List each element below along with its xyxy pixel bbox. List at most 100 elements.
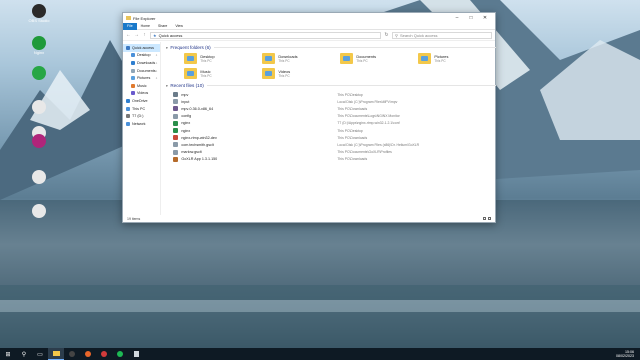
recent-file-name: nginx <box>181 121 191 126</box>
desktop-shortcut[interactable]: OBS Studio <box>24 4 54 23</box>
nav-item[interactable]: Documents ⌖ <box>123 67 160 75</box>
nav-item[interactable]: Quick access <box>123 44 161 52</box>
desktop-shortcut[interactable]: Nginx <box>24 36 54 55</box>
recent-file-path: T7 (D:)\Apps\nginx-rtmp-win32-1.2.1\conf <box>337 121 400 126</box>
task-view-icon[interactable]: ▭ <box>32 348 48 360</box>
nav-item[interactable]: OneDrive <box>123 97 160 105</box>
folder-icon <box>418 53 432 64</box>
search-input[interactable]: ⚲ Search Quick access <box>392 31 492 39</box>
address-bar[interactable]: ★ Quick access <box>150 31 381 39</box>
app-taskbar-icon[interactable] <box>96 348 112 360</box>
recent-file-row[interactable]: nginx T7 (D:)\Apps\nginx-rtmp-win32-1.2.1… <box>173 120 496 127</box>
folder-location: This PC <box>278 59 290 63</box>
recent-file-row[interactable]: com.techsmith.gsclt Local Disk (C:)\Progr… <box>173 141 496 148</box>
folder-text: Pictures This PC <box>434 54 448 63</box>
desktop-shortcut[interactable] <box>24 204 54 218</box>
folder-text: Downloads This PC <box>278 54 297 63</box>
notepad-icon[interactable] <box>128 348 144 360</box>
search-icon[interactable]: ⚲ <box>16 348 32 360</box>
folder-icon <box>262 68 276 79</box>
tab-view[interactable]: View <box>171 23 187 30</box>
recent-files: mpv This PC\Desktop input Local Disk (C:)\P… <box>165 91 496 163</box>
folder-tile[interactable]: Desktop This PC <box>184 53 262 64</box>
desktop-shortcut-label: Nginx <box>33 50 45 55</box>
recent-file-path: This PC\Downloads <box>337 157 368 162</box>
details-view-icon[interactable] <box>483 217 486 220</box>
desktop-shortcut[interactable] <box>24 170 54 184</box>
recent-file-name: marlow.gsclt <box>181 150 202 155</box>
forward-icon[interactable]: → <box>134 32 139 38</box>
file-explorer-window[interactable]: File Explorer – □ ✕ File Home Share View… <box>122 12 496 223</box>
nav-item-label: T7 (D:) <box>132 114 144 119</box>
address-bar-row: ← → ↑ ★ Quick access ↻ ⚲ Search Quick ac… <box>123 30 495 41</box>
nav-item[interactable]: Downloads ⌖ <box>123 59 160 67</box>
frequent-folders-header[interactable]: ▼ Frequent folders (6) <box>165 45 496 50</box>
windows-start-icon[interactable]: ⊞ <box>0 348 16 360</box>
nav-item[interactable]: This PC <box>123 105 160 113</box>
nav-item-icon <box>131 68 135 73</box>
nav-item-label: Documents <box>137 68 156 73</box>
nav-item[interactable]: Pictures ⌖ <box>123 74 160 82</box>
file-explorer-taskbar-icon[interactable] <box>48 348 64 360</box>
nav-item-icon <box>131 91 135 96</box>
search-placeholder: Search Quick access <box>399 32 438 38</box>
recent-file-row[interactable]: config This PC\Documents\Logs\NGINX Monit… <box>173 113 496 120</box>
spotify-icon[interactable] <box>112 348 128 360</box>
obs-taskbar-icon[interactable] <box>64 348 80 360</box>
nav-item[interactable]: Network <box>123 120 160 128</box>
recent-file-name: com.techsmith.gsclt <box>181 142 214 147</box>
folder-tile[interactable]: Pictures This PC <box>418 53 496 64</box>
recent-file-row[interactable]: marlow.gsclt This PC\Documents\GoXLR\Prof… <box>173 149 496 156</box>
refresh-icon[interactable]: ↻ <box>384 32 389 38</box>
nav-item[interactable]: T7 (D:) <box>123 112 160 120</box>
file-icon <box>173 156 179 162</box>
app-icon <box>32 66 46 80</box>
maximize-button[interactable]: □ <box>464 15 478 21</box>
folder-tile[interactable]: Videos This PC <box>262 68 340 79</box>
nav-item-icon <box>126 121 130 126</box>
desktop-shortcut[interactable] <box>24 66 54 80</box>
firefox-icon[interactable] <box>80 348 96 360</box>
tab-home[interactable]: Home <box>137 23 154 30</box>
tab-share[interactable]: Share <box>154 23 171 30</box>
minimize-button[interactable]: – <box>450 15 464 21</box>
folder-tile[interactable]: Downloads This PC <box>262 53 340 64</box>
recent-file-row[interactable]: input Local Disk (C:)\Program Files\MPV\m… <box>173 98 496 105</box>
folder-text: Music This PC <box>200 69 211 78</box>
recent-file-row[interactable]: mpv-0.36.0-x86_64 This PC\Downloads <box>173 105 496 112</box>
up-icon[interactable]: ↑ <box>142 32 147 38</box>
folder-icon <box>340 53 354 64</box>
folder-location: This PC <box>434 59 446 63</box>
desktop-shortcut[interactable] <box>24 134 54 148</box>
system-clock[interactable]: 15:06 08/02/2023 <box>616 350 640 359</box>
recent-file-row[interactable]: nginx This PC\Desktop <box>173 127 496 134</box>
nav-item-label: Music <box>137 83 147 88</box>
recent-file-row[interactable]: mpv This PC\Desktop <box>173 91 496 98</box>
folder-tile[interactable]: Documents This PC <box>340 53 418 64</box>
file-icon <box>173 99 179 105</box>
tab-file[interactable]: File <box>123 22 137 30</box>
back-icon[interactable]: ← <box>126 32 131 38</box>
frequent-folders-label: Frequent folders (6) <box>170 45 211 50</box>
navigation-pane: Quick access Desktop ⌖ Downloads ⌖ Documents ⌖… <box>123 42 162 215</box>
title-bar[interactable]: File Explorer – □ ✕ <box>123 13 495 23</box>
recent-file-row[interactable]: GoXLR App 1.3.1.150 This PC\Downloads <box>173 156 496 163</box>
file-icon <box>32 170 46 184</box>
nav-item[interactable]: Music <box>123 82 160 90</box>
recent-file-path: This PC\Documents\GoXLR\Profiles <box>337 150 392 155</box>
close-button[interactable]: ✕ <box>478 15 492 21</box>
file-icon <box>32 100 46 114</box>
nav-item[interactable]: Desktop ⌖ <box>123 52 160 60</box>
file-icon <box>173 142 179 148</box>
recent-file-row[interactable]: nginx-rtmp-win32-dev This PC\Downloads <box>173 134 496 141</box>
nav-item-label: Quick access <box>132 45 154 50</box>
folder-text: Documents This PC <box>356 54 376 63</box>
recent-files-header[interactable]: ▼ Recent files (10) <box>165 83 496 88</box>
nav-item[interactable]: Videos <box>123 90 160 98</box>
recent-file-path: This PC\Desktop <box>337 128 363 133</box>
tiles-view-icon[interactable] <box>488 217 491 220</box>
nav-item-label: OneDrive <box>132 98 148 103</box>
desktop-shortcut[interactable] <box>24 100 54 114</box>
view-toggle[interactable] <box>483 217 491 220</box>
folder-tile[interactable]: Music This PC <box>184 68 262 79</box>
